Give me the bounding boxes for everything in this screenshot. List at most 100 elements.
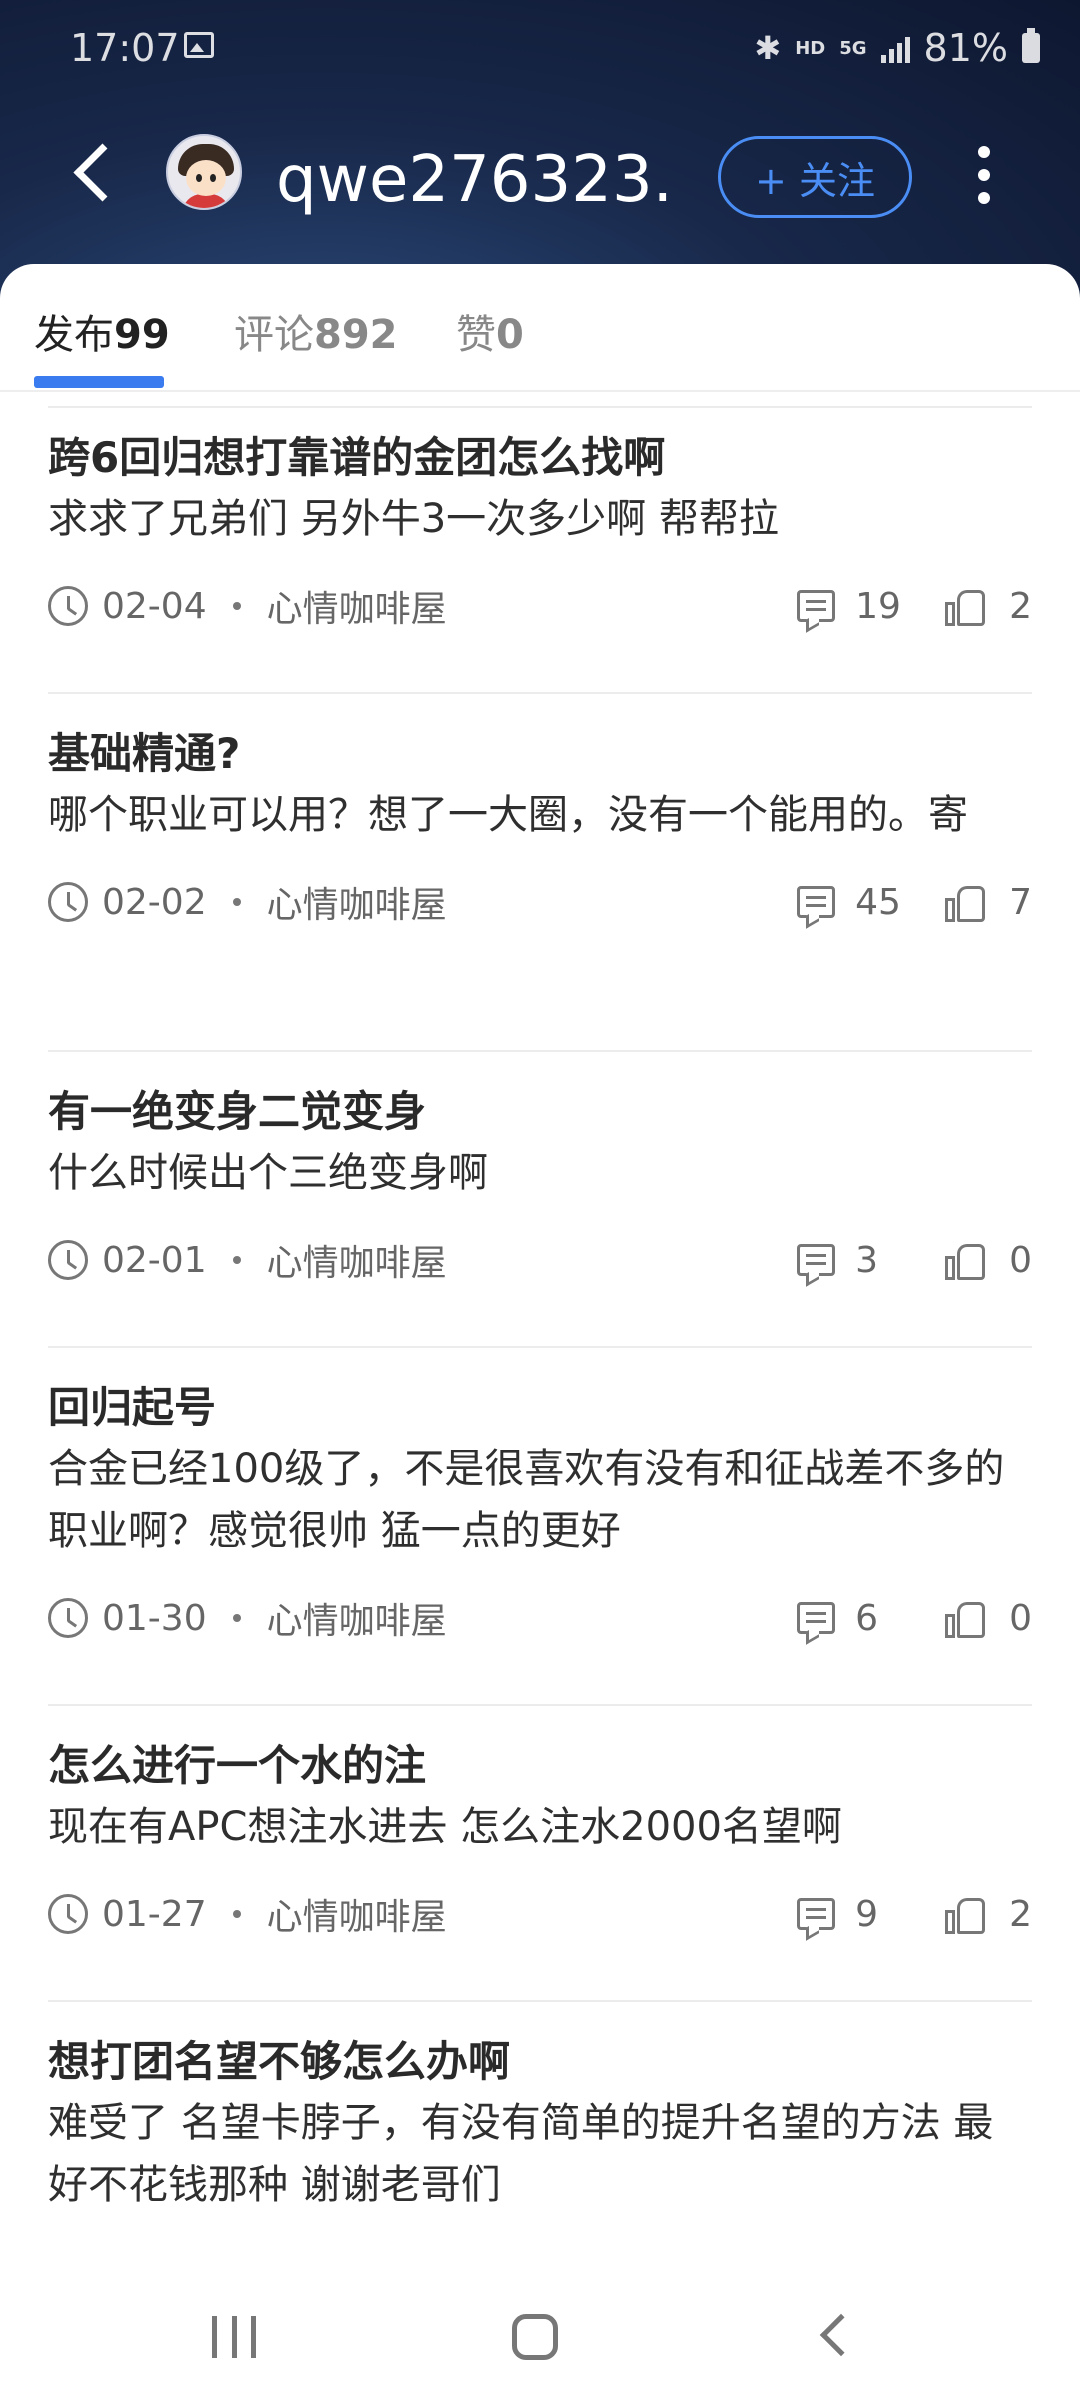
system-back-icon[interactable]: [819, 2313, 863, 2357]
list-item[interactable]: 有一绝变身二觉变身 什么时候出个三绝变身啊 02-01 心情咖啡屋 3 0: [48, 1082, 1032, 1290]
post-body: 合金已经100级了，不是很喜欢有没有和征战差不多的职业啊？感觉很帅 猛一点的更好: [48, 1446, 1005, 1554]
comment-count: 19: [855, 585, 901, 627]
comment-icon: [797, 590, 836, 622]
battery-icon: [1022, 28, 1040, 63]
thumbs-up-icon[interactable]: [945, 882, 987, 922]
tab-bar: 发布 99 评论 892 赞 0: [0, 264, 1080, 392]
divider: [48, 2000, 1032, 2002]
divider: [48, 1704, 1032, 1706]
post-date: 02-01: [102, 1239, 207, 1281]
home-icon[interactable]: [512, 2314, 558, 2360]
post-body: 求求了兄弟们 另外牛3一次多少啊 帮帮拉: [48, 496, 779, 542]
post-date: 02-02: [102, 881, 207, 923]
post-date: 01-27: [102, 1893, 207, 1935]
status-bar: 17:07 ✱ HD 5G 81%: [0, 0, 1080, 96]
list-item[interactable]: 想打团名望不够怎么办啊 难受了 名望卡脖子，有没有简单的提升名望的方法 最好不花…: [48, 2032, 1032, 2216]
signal-icon: [880, 33, 910, 63]
list-item[interactable]: 回归起号 合金已经100级了，不是很喜欢有没有和征战差不多的职业啊？感觉很帅 猛…: [48, 1378, 1032, 1648]
tab-likes-count: 0: [496, 312, 524, 358]
comment-icon: [797, 1244, 836, 1276]
comment-count: 45: [855, 881, 901, 923]
post-body: 哪个职业可以用？想了一大圈，没有一个能用的。寄: [48, 792, 968, 838]
separator-dot: [232, 1614, 241, 1622]
comment-icon: [797, 1898, 836, 1930]
status-indicators: ✱ HD 5G 81%: [754, 26, 1040, 70]
thumbs-up-icon[interactable]: [945, 1598, 987, 1638]
battery-percent: 81%: [923, 26, 1008, 70]
thumbs-up-icon[interactable]: [945, 1894, 987, 1934]
clock-icon: [48, 1598, 88, 1638]
post-board: 心情咖啡屋: [266, 1243, 447, 1284]
comment-count: 9: [855, 1893, 878, 1935]
tab-comments-label: 评论: [234, 312, 314, 358]
divider: [48, 1346, 1032, 1348]
clock-icon: [48, 882, 88, 922]
post-title: 回归起号: [48, 1383, 217, 1432]
tab-posts-count: 99: [114, 312, 170, 358]
system-navigation-bar: [0, 2270, 1080, 2400]
post-board: 心情咖啡屋: [266, 1897, 447, 1938]
bluetooth-icon: ✱: [754, 29, 782, 67]
post-board: 心情咖啡屋: [266, 589, 447, 630]
comment-icon: [797, 886, 836, 918]
username: qwe276323...: [276, 143, 676, 217]
list-item[interactable]: 怎么进行一个水的注 现在有APC想注水进去 怎么注水2000名望啊 01-27 …: [48, 1736, 1032, 1944]
like-count: 0: [1009, 1239, 1032, 1281]
like-count: 2: [1009, 585, 1032, 627]
separator-dot: [232, 898, 241, 906]
comment-icon: [797, 1602, 836, 1634]
list-item[interactable]: 基础精通? 哪个职业可以用？想了一大圈，没有一个能用的。寄 02-02 心情咖啡…: [48, 724, 1032, 932]
tab-comments-count: 892: [314, 312, 398, 358]
tab-likes[interactable]: 赞 0: [456, 302, 524, 360]
divider: [48, 692, 1032, 694]
gallery-notification-icon: [184, 32, 214, 58]
post-date: 02-04: [102, 585, 207, 627]
post-meta: 02-01 心情咖啡屋 3 0: [48, 1230, 1032, 1290]
hd-indicator: HD: [795, 37, 826, 59]
post-body: 什么时候出个三绝变身啊: [48, 1150, 488, 1196]
profile-header: 17:07 ✱ HD 5G 81% qwe276323... + 关注: [0, 0, 1080, 300]
post-title: 有一绝变身二觉变身: [48, 1087, 427, 1136]
post-title: 基础精通?: [48, 729, 241, 778]
post-date: 01-30: [102, 1597, 207, 1639]
clock-icon: [48, 586, 88, 626]
comment-count: 6: [855, 1597, 878, 1639]
divider: [48, 1050, 1032, 1052]
like-count: 0: [1009, 1597, 1032, 1639]
post-meta: 02-02 心情咖啡屋 45 7: [48, 872, 1032, 932]
status-time: 17:07: [70, 26, 180, 70]
thumbs-up-icon[interactable]: [945, 586, 987, 626]
post-meta: 01-30 心情咖啡屋 6 0: [48, 1588, 1032, 1648]
avatar[interactable]: [166, 134, 242, 210]
clock-icon: [48, 1240, 88, 1280]
tab-posts[interactable]: 发布 99: [34, 302, 170, 360]
divider: [48, 406, 1032, 408]
active-tab-indicator: [34, 376, 164, 388]
like-count: 7: [1009, 881, 1032, 923]
post-meta: 01-27 心情咖啡屋 9 2: [48, 1884, 1032, 1944]
separator-dot: [232, 1256, 241, 1264]
thumbs-up-icon[interactable]: [945, 1240, 987, 1280]
tab-comments[interactable]: 评论 892: [234, 302, 398, 360]
tab-posts-label: 发布: [34, 312, 114, 358]
post-body: 难受了 名望卡脖子，有没有简单的提升名望的方法 最好不花钱那种 谢谢老哥们: [48, 2100, 994, 2208]
comment-count: 3: [855, 1239, 878, 1281]
tab-likes-label: 赞: [456, 312, 496, 358]
post-body: 现在有APC想注水进去 怎么注水2000名望啊: [48, 1804, 842, 1850]
back-button[interactable]: [64, 138, 124, 208]
network-type: 5G: [839, 37, 867, 59]
separator-dot: [232, 602, 241, 610]
post-title: 怎么进行一个水的注: [48, 1741, 427, 1790]
post-board: 心情咖啡屋: [266, 885, 447, 926]
follow-button[interactable]: + 关注: [718, 136, 912, 218]
list-item[interactable]: 跨6回归想打靠谱的金团怎么找啊 求求了兄弟们 另外牛3一次多少啊 帮帮拉 02-…: [48, 428, 1032, 636]
separator-dot: [232, 1910, 241, 1918]
content-sheet: 发布 99 评论 892 赞 0 跨6回归想打靠谱的金团怎么找啊 求求了兄弟们 …: [0, 264, 1080, 2400]
recent-apps-icon[interactable]: [212, 2316, 256, 2358]
post-title: 想打团名望不够怎么办啊: [48, 2037, 511, 2086]
post-meta: 02-04 心情咖啡屋 19 2: [48, 576, 1032, 636]
post-board: 心情咖啡屋: [266, 1601, 447, 1642]
more-options-icon[interactable]: [966, 140, 1002, 210]
post-title: 跨6回归想打靠谱的金团怎么找啊: [48, 433, 666, 482]
clock-icon: [48, 1894, 88, 1934]
